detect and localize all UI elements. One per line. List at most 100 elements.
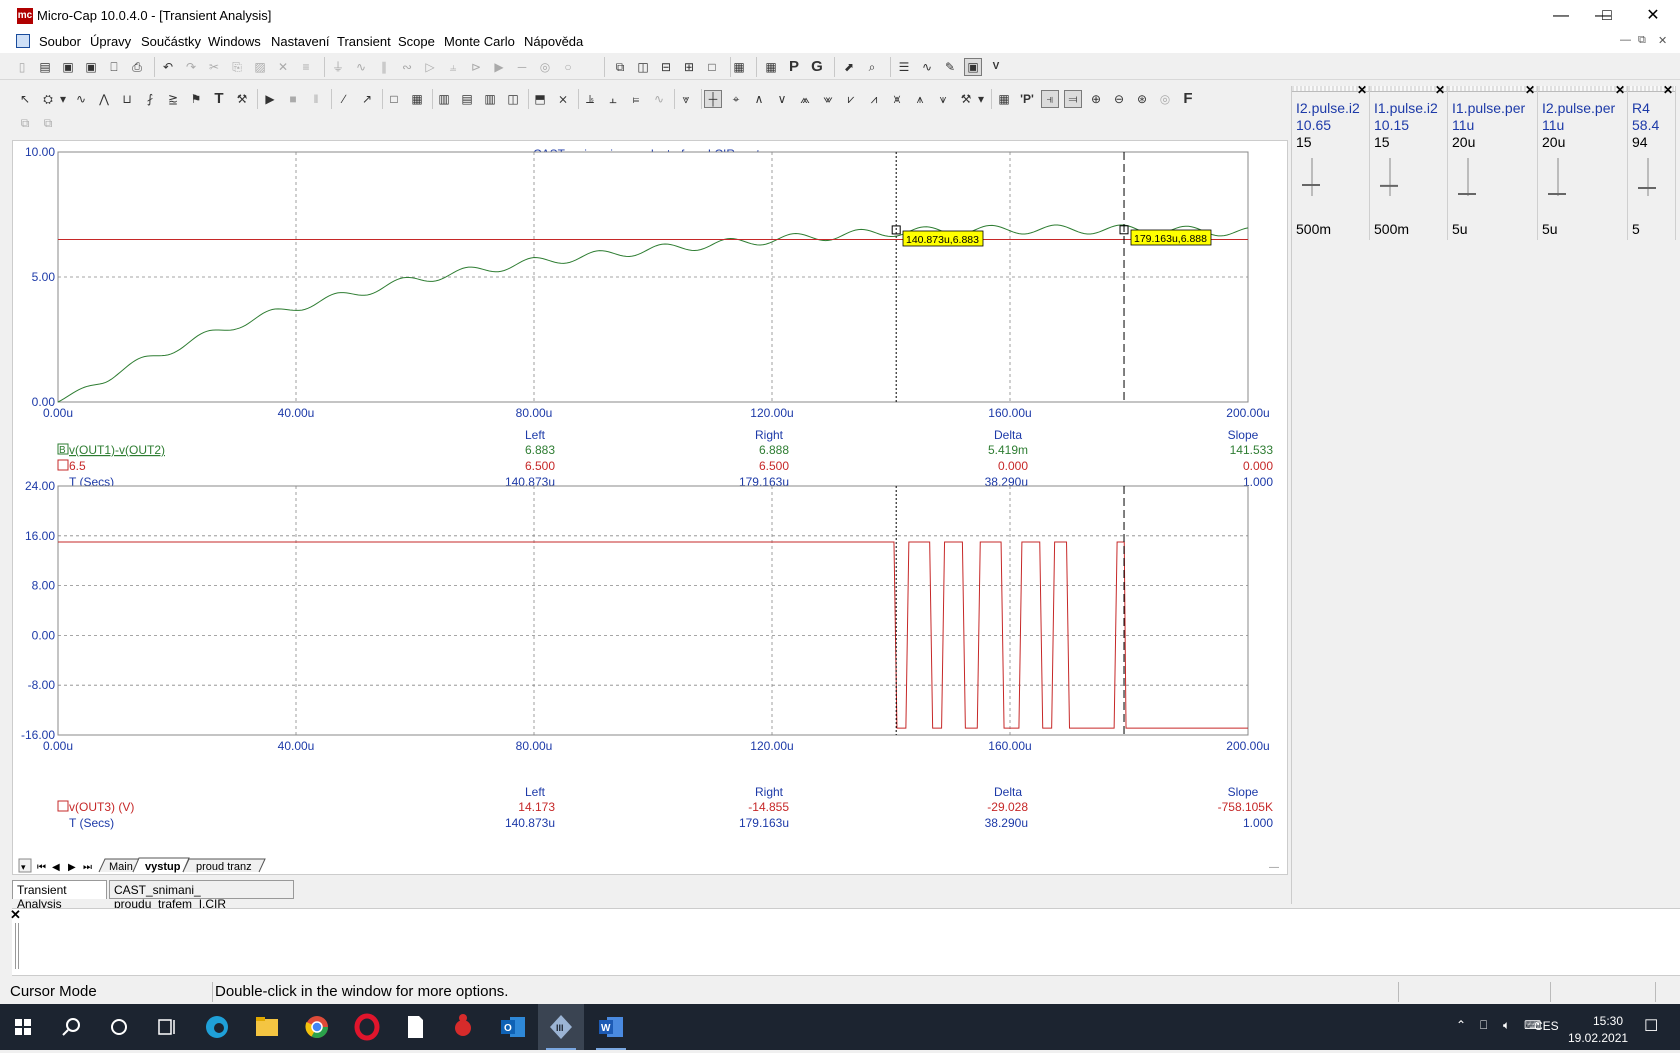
slider-knob[interactable]: [1546, 156, 1566, 196]
table-icon[interactable]: ▦: [408, 90, 426, 108]
tag-right-icon[interactable]: ⫤: [1064, 90, 1082, 108]
close-slider-icon[interactable]: ✕: [1525, 83, 1535, 97]
component-mode-icon[interactable]: ⛭: [39, 90, 57, 108]
search-icon[interactable]: [48, 1004, 94, 1050]
first-page-icon[interactable]: ⏮: [37, 862, 46, 873]
global-high-icon[interactable]: ⩘: [865, 90, 883, 108]
save-icon[interactable]: ▣: [59, 58, 77, 76]
p-prime-icon[interactable]: 'P': [1018, 90, 1036, 108]
g-icon[interactable]: G: [808, 58, 826, 76]
slider-i2-pulse-i2[interactable]: ✕ I2.pulse.i2 10.65 15 500m: [1292, 83, 1370, 240]
mdi-close-button[interactable]: ✕: [1658, 34, 1667, 47]
blank-file-icon[interactable]: [392, 1004, 438, 1050]
language-indicator[interactable]: CES: [1534, 1019, 1559, 1033]
npn-icon[interactable]: ⊳: [467, 58, 485, 76]
p-icon[interactable]: P: [785, 58, 803, 76]
grid-icon[interactable]: ▦: [762, 58, 780, 76]
pen-icon[interactable]: ✎: [941, 58, 959, 76]
cursor-right-icon[interactable]: ⫠: [604, 90, 622, 108]
slider-drag-bar[interactable]: [1448, 86, 1537, 92]
slider-i2-pulse-per[interactable]: ✕ I2.pulse.per 11u 20u 5u: [1538, 83, 1628, 240]
low-icon[interactable]: ⩖: [819, 90, 837, 108]
copy-icon[interactable]: ⎘: [228, 58, 246, 76]
plot-icon[interactable]: ∿: [72, 90, 90, 108]
maximize-window-button[interactable]: □: [1584, 0, 1630, 31]
slider-knob[interactable]: [1378, 156, 1398, 196]
split-icon[interactable]: ⊞: [680, 58, 698, 76]
scale-icon[interactable]: ⨏: [141, 90, 159, 108]
tab-proud-tranz[interactable]: proud tranz: [196, 861, 252, 873]
bug-app-icon[interactable]: [440, 1004, 486, 1050]
slider-knob[interactable]: [1636, 156, 1656, 196]
tab-vystup[interactable]: vystup: [145, 861, 181, 873]
vdd-icon[interactable]: V: [987, 58, 1005, 76]
layout2-icon[interactable]: ▤: [458, 90, 476, 108]
left-cursor-tag[interactable]: 140.873u,6.883: [902, 230, 984, 247]
slider-knob[interactable]: [1456, 156, 1476, 196]
delete-icon[interactable]: ✕: [274, 58, 292, 76]
task-view-icon[interactable]: [144, 1004, 190, 1050]
diode-icon[interactable]: ▷: [421, 58, 439, 76]
zoom-out-icon[interactable]: ⊖: [1110, 90, 1128, 108]
mdi-minimize-button[interactable]: —: [1620, 34, 1631, 46]
tools-icon[interactable]: ⚒: [957, 90, 975, 108]
print-preview-icon[interactable]: ⎕: [105, 58, 123, 76]
cursor-both-icon[interactable]: ⫢: [627, 90, 645, 108]
cut-icon[interactable]: ✂: [205, 58, 223, 76]
close-output-icon[interactable]: ✕: [10, 907, 21, 923]
layout1-icon[interactable]: ▥: [435, 90, 453, 108]
cursor-left-icon[interactable]: ⫡: [581, 90, 599, 108]
restore-button[interactable]: —: [1538, 0, 1584, 31]
slider-r4[interactable]: ✕ R4 58.4 94 5: [1628, 83, 1676, 240]
tab-main[interactable]: Main: [109, 861, 133, 873]
bracket-icon[interactable]: ⊔: [118, 90, 136, 108]
source-icon[interactable]: ○: [559, 58, 577, 76]
zoom-in-icon[interactable]: ⊕: [1087, 90, 1105, 108]
resistor-icon[interactable]: ∿: [352, 58, 370, 76]
tools-dropdown-icon[interactable]: ▾: [975, 90, 987, 108]
save-all-icon[interactable]: ▣: [82, 58, 100, 76]
close-slider-icon[interactable]: ✕: [1615, 83, 1625, 97]
volume-icon[interactable]: 🔈︎: [1503, 1018, 1510, 1033]
layout5-icon[interactable]: ⬒: [531, 90, 549, 108]
clock-time[interactable]: 15:30: [1593, 1014, 1623, 1028]
menu-monte-carlo[interactable]: Monte Carlo: [444, 34, 515, 49]
capacitor-icon[interactable]: ∥: [375, 58, 393, 76]
pane-handle-icon[interactable]: [15, 923, 19, 969]
zoom-fit-icon[interactable]: ⊛: [1133, 90, 1151, 108]
p2-row-0-label[interactable]: v(OUT3) (V): [69, 800, 134, 814]
paste-icon[interactable]: ▨: [251, 58, 269, 76]
redo-icon[interactable]: ↷: [182, 58, 200, 76]
run-icon[interactable]: ▶: [261, 90, 279, 108]
node-icon[interactable]: ◎: [536, 58, 554, 76]
notification-icon[interactable]: ☐: [1644, 1016, 1658, 1036]
measure-icon[interactable]: ⪎: [164, 90, 182, 108]
new-file-icon[interactable]: ▯: [13, 58, 31, 76]
cross-cursor-icon[interactable]: ┼: [704, 90, 722, 108]
close-window-button[interactable]: ✕: [1630, 0, 1676, 31]
numeric-output-icon[interactable]: ▦: [995, 90, 1013, 108]
properties-icon[interactable]: ⚒: [233, 90, 251, 108]
mdi-restore-button[interactable]: ⧉: [1638, 34, 1646, 47]
high-icon[interactable]: ⩕: [796, 90, 814, 108]
tag-left-icon[interactable]: ⫣: [1041, 90, 1059, 108]
edge-icon[interactable]: [194, 1004, 240, 1050]
crosshair-icon[interactable]: ⌖: [727, 90, 745, 108]
slider-i1-pulse-i2[interactable]: ✕ I1.pulse.i2 10.15 15 500m: [1370, 83, 1448, 240]
calculator-icon[interactable]: ▦: [730, 58, 748, 76]
flag-icon[interactable]: ⚑: [187, 90, 205, 108]
valley-icon[interactable]: ∨: [773, 90, 791, 108]
clock-date[interactable]: 19.02.2021: [1568, 1031, 1628, 1045]
slider-knob[interactable]: [1300, 156, 1320, 196]
close-slider-icon[interactable]: ✕: [1663, 83, 1673, 97]
cortana-icon[interactable]: [96, 1004, 142, 1050]
probe-icon[interactable]: ⬈: [840, 58, 858, 76]
window-icon[interactable]: □: [703, 58, 721, 76]
network-icon[interactable]: ⎕: [1480, 1018, 1487, 1033]
next-page-icon[interactable]: ▶: [68, 862, 76, 873]
peak-icon[interactable]: ∧: [750, 90, 768, 108]
slider-drag-bar[interactable]: [1538, 86, 1627, 92]
plot-window[interactable]: CAST_snimani_ proudu_trafem_I.CIR vystup…: [12, 140, 1288, 875]
transient-plot[interactable]: CAST_snimani_ proudu_trafem_I.CIR vystup…: [13, 141, 1289, 876]
list-icon[interactable]: ☰: [895, 58, 913, 76]
